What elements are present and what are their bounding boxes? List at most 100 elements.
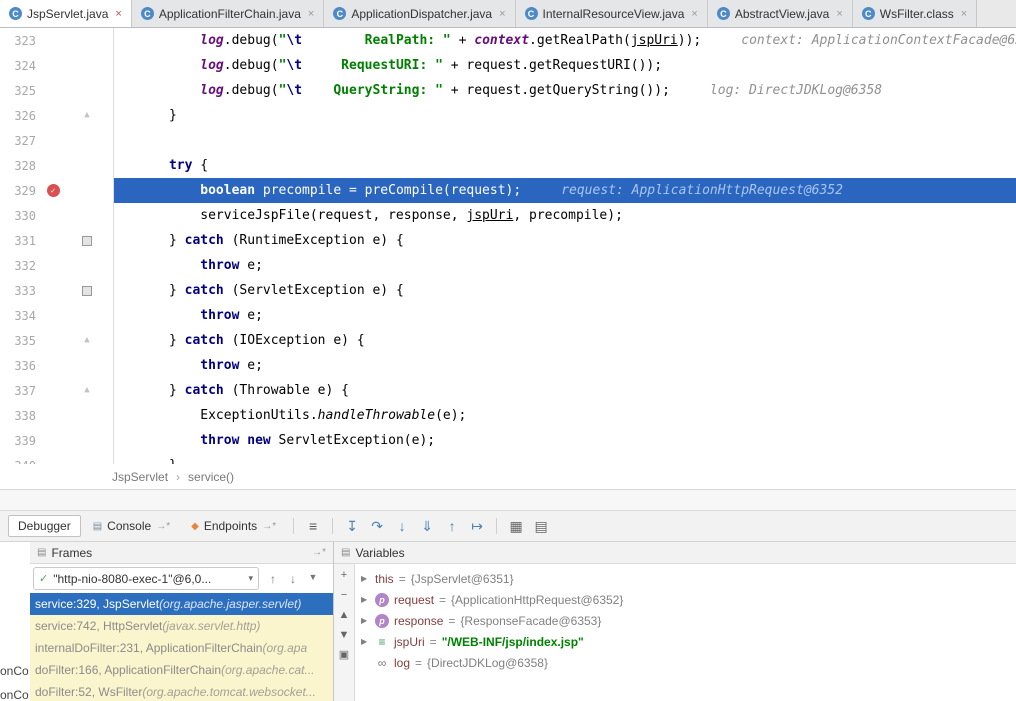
editor-line: 340 }: [0, 453, 1016, 464]
editor[interactable]: 323 log.debug("\t RealPath: " + context.…: [0, 28, 1016, 464]
tab-ApplicationDispatcher.java[interactable]: CApplicationDispatcher.java×: [324, 0, 515, 27]
expand-arrow-icon[interactable]: ▶: [361, 574, 370, 583]
expand-arrow-icon[interactable]: ▶: [361, 616, 370, 625]
previous-frame-icon[interactable]: ↑: [263, 572, 283, 586]
frame-row[interactable]: doFilter:166, ApplicationFilterChain (or…: [30, 659, 333, 681]
code-line[interactable]: [114, 128, 1016, 153]
remove-watch-icon[interactable]: −: [341, 590, 347, 601]
code-line[interactable]: } catch (IOException e) {: [114, 328, 1016, 353]
tab-ApplicationFilterChain.java[interactable]: CApplicationFilterChain.java×: [132, 0, 325, 27]
run-to-cursor-icon[interactable]: ↦: [466, 519, 488, 533]
fold-marker-icon[interactable]: ▲: [84, 111, 89, 120]
variable-row[interactable]: ▶this={JspServlet@6351}: [355, 568, 1016, 589]
variable-row[interactable]: ▶≡jspUri="/WEB-INF/jsp/index.jsp": [355, 631, 1016, 652]
tab-debugger[interactable]: Debugger: [8, 515, 81, 537]
tab-AbstractView.java[interactable]: CAbstractView.java×: [708, 0, 853, 27]
thread-selector[interactable]: ✓ "http-nio-8080-exec-1"@6,0... ▾: [33, 567, 259, 590]
code-line[interactable]: throw e;: [114, 353, 1016, 378]
gutter: 325: [0, 78, 114, 103]
fold-marker-icon[interactable]: [82, 286, 92, 296]
fold-zone: [70, 286, 104, 296]
evaluate-expression-icon[interactable]: ▦: [505, 519, 527, 533]
code-line[interactable]: throw e;: [114, 303, 1016, 328]
code-line[interactable]: } catch (Throwable e) {: [114, 378, 1016, 403]
code-line[interactable]: serviceJspFile(request, response, jspUri…: [114, 203, 1016, 228]
variables-title: Variables: [355, 546, 404, 560]
class-icon: C: [9, 7, 22, 20]
code-token: \t: [286, 83, 302, 98]
close-tab-icon[interactable]: ×: [836, 8, 842, 20]
code-line[interactable]: }: [114, 453, 1016, 464]
code-line[interactable]: log.debug("\t RequestURI: " + request.ge…: [114, 53, 1016, 78]
tab-InternalResourceView.java[interactable]: CInternalResourceView.java×: [516, 0, 708, 27]
code-line[interactable]: } catch (ServletException e) {: [114, 278, 1016, 303]
expand-arrow-icon[interactable]: ▶: [361, 637, 370, 646]
layout-editor-icon[interactable]: ▤: [530, 519, 552, 533]
code-token: {: [192, 158, 208, 173]
layout-menu-icon[interactable]: ≡: [302, 519, 324, 533]
code-token: \t: [286, 33, 302, 48]
editor-line: 331 } catch (RuntimeException e) {: [0, 228, 1016, 253]
next-frame-icon[interactable]: ↓: [283, 572, 303, 586]
close-tab-icon[interactable]: ×: [115, 8, 121, 20]
variable-row[interactable]: ▶presponse={ResponseFacade@6353}: [355, 610, 1016, 631]
code-line[interactable]: }: [114, 103, 1016, 128]
variable-row[interactable]: ∞log={DirectJDKLog@6358}: [355, 652, 1016, 673]
editor-debugger-splitter[interactable]: [0, 489, 1016, 510]
code-line[interactable]: } catch (RuntimeException e) {: [114, 228, 1016, 253]
breakpoint-icon[interactable]: ✓: [47, 184, 60, 197]
code-line[interactable]: throw new ServletException(e);: [114, 428, 1016, 453]
close-tab-icon[interactable]: ×: [499, 8, 505, 20]
breadcrumb-class[interactable]: JspServlet: [112, 470, 168, 484]
code-line[interactable]: boolean precompile = preCompile(request)…: [114, 178, 1016, 203]
variables-body: +−▲▼▣ ▶this={JspServlet@6351}▶prequest={…: [334, 564, 1016, 701]
code-line[interactable]: ExceptionUtils.handleThrowable(e);: [114, 403, 1016, 428]
step-into-icon[interactable]: ↓: [391, 519, 413, 533]
frame-row[interactable]: doFilter:52, WsFilter (org.apache.tomcat…: [30, 681, 333, 701]
frame-row[interactable]: service:329, JspServlet (org.apache.jasp…: [30, 593, 333, 615]
fold-marker-icon[interactable]: ▲: [84, 386, 89, 395]
force-step-into-icon[interactable]: ⇓: [416, 519, 438, 533]
param-icon: p: [375, 593, 389, 607]
step-out-icon[interactable]: ↑: [441, 519, 463, 533]
code-line[interactable]: throw e;: [114, 253, 1016, 278]
filter-frames-icon[interactable]: ▼: [303, 572, 323, 586]
step-over-icon[interactable]: ↷: [366, 519, 388, 533]
tab-console[interactable]: ▤Console→*: [84, 516, 179, 536]
close-tab-icon[interactable]: ×: [308, 8, 314, 20]
close-tab-icon[interactable]: ×: [691, 8, 697, 20]
code-line[interactable]: log.debug("\t QueryString: " + request.g…: [114, 78, 1016, 103]
line-number: 338: [0, 409, 36, 423]
tab-WsFilter.class[interactable]: CWsFilter.class×: [853, 0, 977, 27]
frames-list: service:329, JspServlet (org.apache.jasp…: [30, 593, 333, 701]
expand-arrow-icon[interactable]: ▶: [361, 595, 370, 604]
move-watch-up-icon[interactable]: ▲: [339, 610, 350, 621]
equals-sign: =: [399, 572, 406, 586]
code-token: log: [200, 58, 223, 73]
add-watch-icon[interactable]: +: [341, 570, 347, 581]
background-panel: onCoonCo: [0, 542, 30, 701]
tab-JspServlet.java[interactable]: CJspServlet.java×: [0, 0, 132, 27]
show-execution-point-icon[interactable]: ↧: [341, 519, 363, 533]
gutter: 332: [0, 253, 114, 278]
frame-row[interactable]: service:742, HttpServlet (javax.servlet.…: [30, 615, 333, 637]
fold-marker-icon[interactable]: ▲: [84, 336, 89, 345]
line-number: 337: [0, 384, 36, 398]
inline-debug-hint: log: DirectJDKLog@6358: [710, 83, 882, 98]
fold-marker-icon[interactable]: [82, 236, 92, 246]
breadcrumb-method[interactable]: service(): [188, 470, 234, 484]
code-line[interactable]: try {: [114, 153, 1016, 178]
tab-endpoints[interactable]: ◆Endpoints→*: [182, 516, 285, 536]
code-line[interactable]: log.debug("\t RealPath: " + context.getR…: [114, 28, 1016, 53]
move-watch-down-icon[interactable]: ▼: [339, 630, 350, 641]
code-token: log: [200, 83, 223, 98]
code-token: }: [122, 108, 177, 123]
duplicate-watch-icon[interactable]: ▣: [339, 650, 349, 661]
close-tab-icon[interactable]: ×: [961, 8, 967, 20]
breakpoint-zone[interactable]: ✓: [36, 184, 70, 197]
frame-row[interactable]: internalDoFilter:231, ApplicationFilterC…: [30, 637, 333, 659]
editor-line: 326▲ }: [0, 103, 1016, 128]
code-token: e;: [239, 358, 262, 373]
variable-row[interactable]: ▶prequest={ApplicationHttpRequest@6352}: [355, 589, 1016, 610]
code-token: [122, 433, 200, 448]
